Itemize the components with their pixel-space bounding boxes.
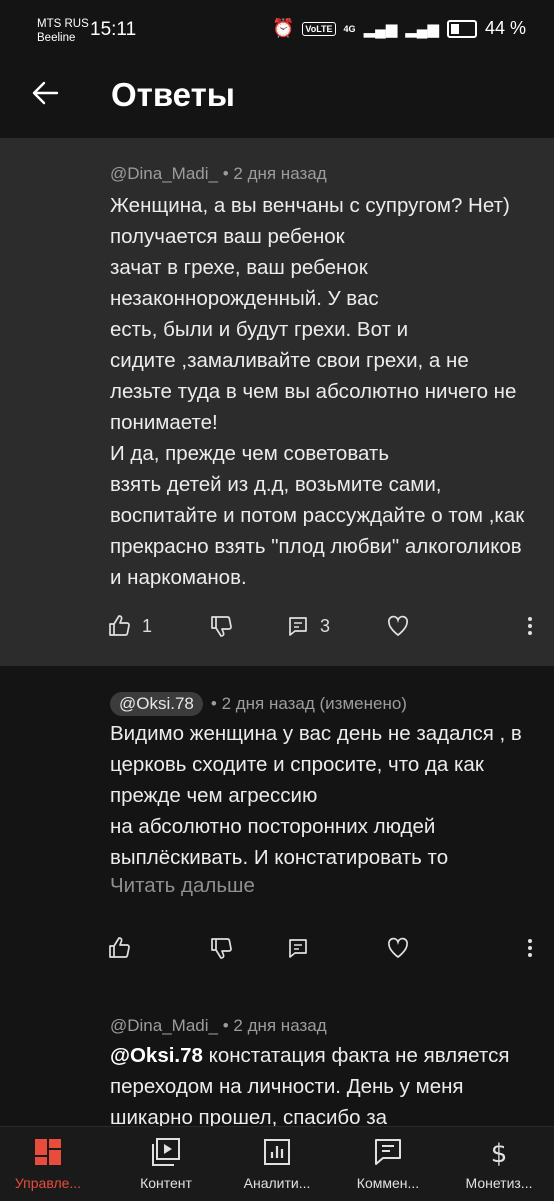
nav-dashboard[interactable]: Управле... [0, 1137, 103, 1191]
comment-time: • 2 дня назад (изменено) [210, 694, 407, 713]
nav-content[interactable]: Контент [111, 1137, 221, 1191]
carrier-primary: MTS RUS [37, 18, 89, 30]
nav-comments[interactable]: Коммен... [333, 1137, 443, 1191]
thumbs-up-icon [109, 615, 130, 636]
comment-meta: @Dina_Madi_ • 2 дня назад [110, 1016, 327, 1036]
battery-icon [446, 19, 477, 38]
battery-percent: 44 % [484, 18, 526, 38]
nav-monetization[interactable]: $ Монетиз... [444, 1137, 554, 1191]
more-vert-icon [528, 939, 532, 957]
thumbs-down-icon [211, 616, 232, 637]
comment-icon [289, 939, 307, 958]
status-bar: MTS RUS Beeline 15:11 ⏰ VoLTE 4G ▂▄▆ ▂▄▆… [0, 0, 554, 58]
nav-label: Аналити... [243, 1175, 311, 1191]
back-arrow-icon[interactable] [30, 78, 60, 108]
reply-button[interactable] [286, 936, 310, 960]
dislike-button[interactable] [210, 936, 234, 960]
comment-text: Женщина, а вы венчаны с супругом? Нет) п… [110, 194, 525, 589]
signal-icon: ▂▄▆ [363, 20, 398, 38]
more-vert-icon [528, 617, 532, 635]
heart-button[interactable] [386, 614, 410, 638]
more-options-button[interactable] [518, 936, 542, 960]
comment-author[interactable]: @Dina_Madi_ [110, 1016, 218, 1035]
comment-card[interactable]: @Dina_Madi_ • 2 дня назад Женщина, а вы … [0, 138, 554, 666]
analytics-icon [264, 1139, 290, 1165]
more-options-button[interactable] [518, 614, 542, 638]
heart-icon [387, 937, 409, 959]
comment-author[interactable]: @Dina_Madi_ [110, 164, 218, 183]
nav-analytics[interactable]: Аналити... [222, 1137, 332, 1191]
heart-icon [387, 615, 409, 637]
comments-icon [375, 1139, 401, 1165]
comment-card[interactable]: @Dina_Madi_ • 2 дня назад @Oksi.78 конст… [0, 996, 554, 1126]
mention-link[interactable]: @Oksi.78 [110, 1044, 203, 1067]
thumbs-up-icon [109, 937, 130, 958]
network-type: 4G [343, 23, 356, 34]
video-content-icon [152, 1138, 180, 1166]
like-count: 1 [142, 615, 153, 636]
reply-button[interactable]: 3 [286, 614, 330, 638]
dislike-button[interactable] [210, 614, 234, 638]
bottom-navigation: Управле... Контент Аналити... Коммен... … [0, 1126, 554, 1201]
thumbs-down-icon [211, 938, 232, 959]
nav-label: Коммен... [356, 1175, 420, 1191]
nav-label: Контент [140, 1175, 192, 1191]
svg-text:$: $ [491, 1139, 508, 1167]
volte-badge: VoLTE [302, 21, 336, 36]
comment-time: • 2 дня назад [222, 164, 327, 183]
monetization-icon: $ [491, 1139, 508, 1167]
comment-text: Видимо женщина у вас день не задался , в… [110, 722, 522, 869]
reply-count: 3 [320, 615, 331, 636]
nav-label: Управле... [14, 1175, 82, 1191]
comment-text: @Oksi.78 констатация факта не является п… [110, 1040, 535, 1126]
nav-label: Монетиз... [465, 1175, 533, 1191]
status-icons: ⏰ VoLTE 4G ▂▄▆ ▂▄▆ 44 % [272, 18, 526, 39]
like-button[interactable] [108, 936, 132, 960]
comment-meta: @Oksi.78 • 2 дня назад (изменено) [110, 692, 407, 716]
comment-icon [289, 617, 307, 636]
comment-time: • 2 дня назад [222, 1016, 327, 1035]
carrier-secondary: Beeline [37, 32, 76, 44]
carrier-info: MTS RUS Beeline [37, 17, 89, 45]
signal-icon-2: ▂▄▆ [405, 20, 439, 38]
comment-card[interactable]: @Oksi.78 • 2 дня назад (изменено) Видимо… [0, 666, 554, 996]
comment-author-chip[interactable]: @Oksi.78 [110, 692, 203, 716]
like-button[interactable]: 1 [108, 614, 152, 638]
comment-meta: @Dina_Madi_ • 2 дня назад [110, 164, 327, 184]
heart-button[interactable] [386, 936, 410, 960]
dashboard-icon [35, 1139, 61, 1165]
alarm-icon: ⏰ [271, 18, 295, 38]
page-title: Ответы [111, 76, 235, 113]
app-bar: Ответы [0, 58, 554, 138]
comment-actions: 1 3 [108, 614, 538, 644]
read-more-link[interactable]: Читать дальше [110, 874, 255, 898]
status-time: 15:11 [90, 19, 137, 40]
comment-actions [108, 936, 538, 966]
